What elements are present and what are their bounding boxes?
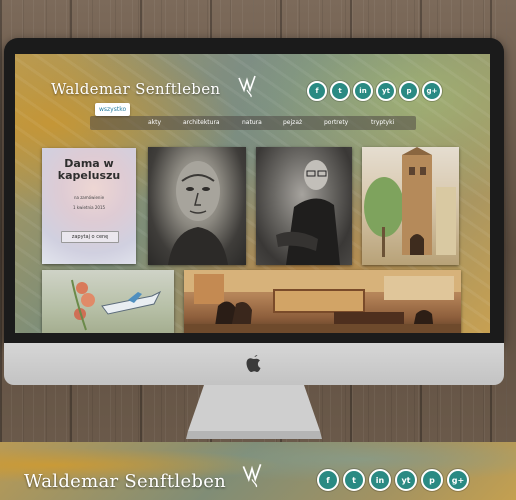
gallery-filter-nav: akty architektura natura pejzaż portrety… <box>90 116 416 130</box>
nav-item-tryptyki[interactable]: tryptyki <box>371 119 394 126</box>
google-plus-icon[interactable]: g+ <box>422 81 442 101</box>
twitter-icon[interactable]: t <box>330 81 350 101</box>
nav-item-natura[interactable]: natura <box>242 119 262 126</box>
market-painting <box>184 270 461 333</box>
nav-item-akty[interactable]: akty <box>148 119 161 126</box>
twitter-icon[interactable]: t <box>343 469 365 491</box>
gallery-item-seated-man[interactable] <box>256 147 352 265</box>
portrait-drawing <box>168 161 228 265</box>
monogram-logo[interactable] <box>236 72 258 98</box>
youtube-icon[interactable]: yt <box>376 81 396 101</box>
painting-subtitle: na zamówienie <box>73 195 105 200</box>
banner-social-links: f t in yt p g+ <box>317 469 473 491</box>
website-screen: Waldemar Senftleben f t in yt p g+ akty … <box>15 54 490 333</box>
apple-logo-icon <box>246 355 261 372</box>
header-banner-zoom: Waldemar Senftleben f t in yt p g+ <box>0 442 516 500</box>
linkedin-icon[interactable]: in <box>369 469 391 491</box>
painting-date: 1 kwietnia 2015 <box>72 205 106 210</box>
gallery-item-market-square[interactable] <box>184 270 461 333</box>
banner-monogram-logo[interactable] <box>240 460 264 488</box>
pinterest-icon[interactable]: p <box>421 469 443 491</box>
facebook-icon[interactable]: f <box>307 81 327 101</box>
imac-stand <box>186 385 322 439</box>
banner-brand[interactable]: Waldemar Senftleben <box>24 471 226 492</box>
facebook-icon[interactable]: f <box>317 469 339 491</box>
nav-item-architektura[interactable]: architektura <box>183 119 220 126</box>
tower-painting <box>364 147 456 257</box>
nav-item-pejzaz[interactable]: pejzaż <box>283 119 302 126</box>
gallery-item-portrait-man[interactable] <box>148 147 246 265</box>
ask-price-button[interactable]: zapytaj o cenę <box>61 231 119 243</box>
gallery-item-still-life[interactable] <box>42 270 174 333</box>
nav-item-portrety[interactable]: portrety <box>324 119 348 126</box>
still-life-painting <box>71 279 162 331</box>
site-brand[interactable]: Waldemar Senftleben <box>51 80 220 98</box>
gallery-item-tower[interactable] <box>362 147 459 265</box>
google-plus-icon[interactable]: g+ <box>447 469 469 491</box>
pinterest-icon[interactable]: p <box>399 81 419 101</box>
youtube-icon[interactable]: yt <box>395 469 417 491</box>
painting-title: Dama w kapeluszu <box>57 157 121 182</box>
seated-figure-drawing <box>276 160 340 265</box>
social-links: f t in yt p g+ <box>307 81 445 101</box>
nav-item-wszystko[interactable]: wszystko <box>95 103 131 116</box>
featured-painting-card[interactable]: Dama w kapeluszu na zamówienie 1 kwietni… <box>42 148 136 264</box>
linkedin-icon[interactable]: in <box>353 81 373 101</box>
